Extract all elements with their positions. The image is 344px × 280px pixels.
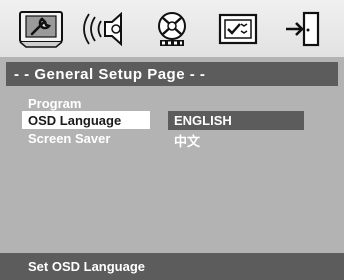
option-chinese[interactable]: 中文 [168, 131, 304, 150]
menu-item-label: Screen Saver [28, 130, 111, 146]
setup-screen: - - General Setup Page - - Program OSD L… [0, 0, 344, 280]
icon-tab-bar [0, 0, 344, 57]
menu-item-screen-saver[interactable]: Screen Saver [22, 129, 150, 147]
menu-item-osd-language[interactable]: OSD Language [22, 111, 150, 129]
option-label: 中文 [174, 134, 201, 149]
status-text: Set OSD Language [28, 259, 146, 274]
status-bar: Set OSD Language [0, 253, 344, 280]
menu-item-label: OSD Language [28, 112, 122, 128]
video-setup-icon [157, 11, 186, 46]
page-title-text: - - General Setup Page - - [14, 65, 206, 83]
general-setup-icon [18, 10, 63, 48]
exit-icon [286, 11, 320, 46]
option-label: ENGLISH [174, 113, 232, 128]
page-title: - - General Setup Page - - [6, 62, 338, 86]
tab-general-setup[interactable] [14, 7, 68, 51]
audio-setup-icon [83, 11, 123, 46]
tab-exit[interactable] [276, 7, 330, 51]
tab-preference-setup[interactable] [211, 7, 265, 51]
option-english[interactable]: ENGLISH [168, 111, 304, 130]
tab-audio-setup[interactable] [79, 7, 133, 51]
menu-item-program[interactable]: Program [22, 94, 150, 112]
tab-video-setup[interactable] [145, 7, 199, 51]
preference-setup-icon [218, 13, 257, 44]
menu-item-label: Program [28, 95, 82, 111]
